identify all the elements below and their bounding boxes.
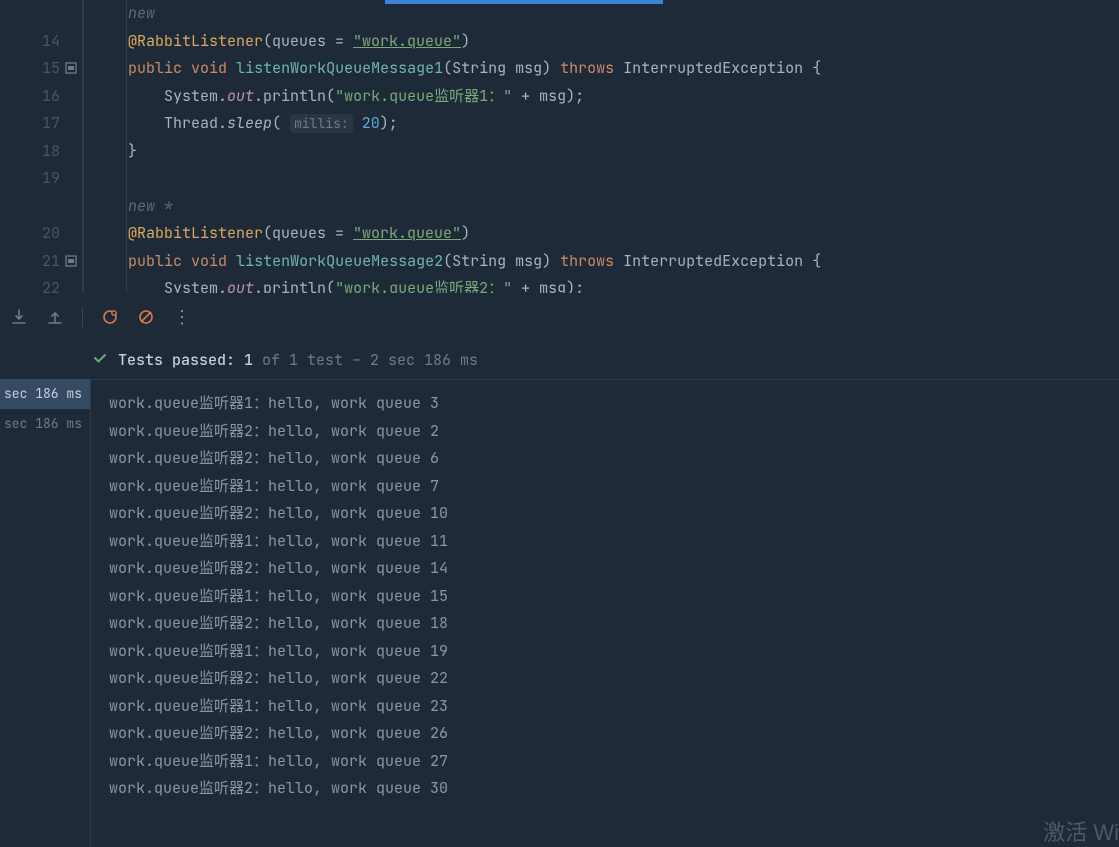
indent-guide [126,0,127,293]
console-line: work.queue监听器2：hello, work queue 6 [109,445,1101,473]
console-line: work.queue监听器1：hello, work queue 7 [109,473,1101,501]
console-line: work.queue监听器2：hello, work queue 26 [109,720,1101,748]
code-line[interactable]: } [92,138,1119,166]
run-panel: ⋮ Tests passed: 1 of 1 test – 2 sec 186 … [0,293,1119,847]
code-line[interactable]: Thread.sleep( millis: 20); [92,110,1119,138]
console-line: work.queue监听器2：hello, work queue 30 [109,775,1101,803]
run-toolbar: ⋮ [0,293,1119,341]
code-line[interactable]: @RabbitListener(queues = "work.queue") [92,220,1119,248]
console-line: work.queue监听器1：hello, work queue 19 [109,638,1101,666]
code-line[interactable]: new [92,0,1119,28]
code-line[interactable]: @RabbitListener(queues = "work.queue") [92,28,1119,56]
code-line[interactable]: public void listenWorkQueueMessage2(Stri… [92,248,1119,276]
line-number[interactable]: 13 [0,0,82,28]
code-area[interactable]: new @RabbitListener(queues = "work.queue… [84,0,1119,293]
console-line: work.queue监听器1：hello, work queue 11 [109,528,1101,556]
toolbar-divider [82,307,83,327]
tests-passed-text: Tests passed: 1 of 1 test – 2 sec 186 ms [118,350,478,370]
console-line: work.queue监听器1：hello, work queue 3 [109,390,1101,418]
line-number[interactable]: 21 [0,248,82,276]
console-line: work.queue监听器2：hello, work queue 2 [109,418,1101,446]
test-tree-item[interactable]: sec 186 ms [0,379,90,409]
gutter: 13 14 15 16 17 18 19 20 21 22 [0,0,84,293]
console-output[interactable]: work.queue监听器1：hello, work queue 3 work.… [90,379,1119,847]
test-tree-item[interactable]: sec 186 ms [0,409,90,439]
upload-icon[interactable] [46,308,64,326]
line-number[interactable]: 14 [0,28,82,56]
line-number[interactable]: 15 [0,55,82,83]
code-line[interactable]: public void listenWorkQueueMessage1(Stri… [92,55,1119,83]
line-number[interactable]: 19 [0,165,82,193]
code-line[interactable]: System.out.println("work.queue监听器1：" + m… [92,83,1119,111]
override-icon[interactable] [64,254,78,268]
code-line[interactable]: new * [92,193,1119,221]
circle-icon[interactable] [101,308,119,326]
check-icon [92,350,108,371]
watermark-text: 激活 Wi [1043,815,1119,847]
console-line: work.queue监听器2：hello, work queue 22 [109,665,1101,693]
console-line: work.queue监听器2：hello, work queue 14 [109,555,1101,583]
console-line: work.queue监听器2：hello, work queue 18 [109,610,1101,638]
line-number[interactable] [0,193,82,221]
test-tree[interactable]: sec 186 ms sec 186 ms [0,379,90,439]
code-line[interactable] [92,165,1119,193]
test-status-bar: Tests passed: 1 of 1 test – 2 sec 186 ms [0,341,1119,379]
download-icon[interactable] [10,308,28,326]
override-icon[interactable] [64,61,78,75]
line-number[interactable]: 17 [0,110,82,138]
line-number[interactable]: 16 [0,83,82,111]
console-line: work.queue监听器2：hello, work queue 10 [109,500,1101,528]
slash-circle-icon[interactable] [137,308,155,326]
console-line: work.queue监听器1：hello, work queue 27 [109,748,1101,776]
editor-pane: 13 14 15 16 17 18 19 20 21 22 new @Rabbi… [0,0,1119,293]
line-number[interactable]: 20 [0,220,82,248]
more-options-icon[interactable]: ⋮ [173,306,191,329]
console-line: work.queue监听器1：hello, work queue 15 [109,583,1101,611]
line-number[interactable]: 18 [0,138,82,166]
console-line: work.queue监听器1：hello, work queue 23 [109,693,1101,721]
